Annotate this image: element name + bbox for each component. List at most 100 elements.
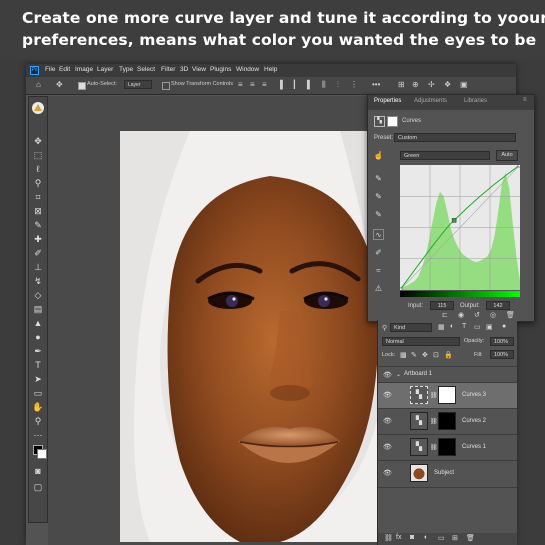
artboard-tool-icon[interactable]: ⬚ (31, 149, 45, 161)
3d-mode-icon[interactable]: ⊞ (398, 80, 405, 90)
type-tool-icon[interactable]: T (31, 359, 45, 371)
layer-row-curves-1[interactable]: 👁 ▚ ⛓ Curves 1 (378, 434, 517, 461)
fill-field[interactable]: 100% (490, 350, 514, 359)
align-center-icon[interactable]: ┃ (292, 80, 297, 90)
delete-adjustment-icon[interactable]: 🗑 (506, 311, 515, 319)
distribute-vertical-icon[interactable]: ⫶ (337, 80, 339, 90)
align-right-icon[interactable]: ▐ (304, 80, 310, 90)
filter-toggle-icon[interactable]: ● (502, 323, 506, 330)
eyedropper-black-icon[interactable]: ✎ (373, 173, 384, 184)
align-top-icon[interactable]: ≡ (238, 80, 243, 90)
3d-scale-icon[interactable]: ▣ (460, 80, 468, 90)
link-layers-icon[interactable]: ⛓ (384, 534, 393, 542)
menu-layer[interactable]: Layer (97, 66, 113, 73)
show-transform-checkbox[interactable] (162, 82, 170, 90)
filter-type-icon[interactable]: T (462, 323, 466, 330)
lock-transparent-icon[interactable]: ▩ (400, 351, 407, 359)
align-middle-icon[interactable]: ≡ (250, 80, 255, 90)
visibility-eye-icon[interactable]: 👁 (383, 371, 392, 379)
tab-properties[interactable]: Properties (374, 98, 401, 104)
move-tool-icon[interactable]: ✥ (31, 135, 45, 147)
menu-select[interactable]: Select (137, 66, 155, 73)
layer-style-icon[interactable]: fx (396, 534, 401, 541)
menu-type[interactable]: Type (119, 66, 133, 73)
layer-thumbnail[interactable] (410, 464, 428, 482)
filter-smart-icon[interactable]: ▣ (486, 323, 493, 331)
screen-mode-icon[interactable]: ▢ (31, 481, 45, 493)
expand-chevron-icon[interactable]: ⌄ (396, 371, 401, 378)
zoom-tool-icon[interactable]: ⚲ (31, 415, 45, 427)
menu-3d[interactable]: 3D (180, 66, 188, 73)
blend-mode-dropdown[interactable]: Normal (382, 337, 460, 346)
curves-graph[interactable] (400, 165, 520, 290)
menu-edit[interactable]: Edit (59, 66, 70, 73)
menu-view[interactable]: View (192, 66, 206, 73)
distribute-horizontal-icon[interactable]: ⋮ (350, 80, 358, 90)
frame-tool-icon[interactable]: ⊠ (31, 205, 45, 217)
preset-dropdown[interactable]: Custom (394, 133, 516, 142)
clone-stamp-icon[interactable]: ⊥ (31, 261, 45, 273)
more-options-icon[interactable]: ••• (372, 80, 380, 90)
smooth-curve-icon[interactable]: ≈ (373, 265, 384, 276)
object-select-icon[interactable]: ⚲ (31, 177, 45, 189)
background-color-swatch[interactable] (37, 449, 47, 459)
filter-adjustment-icon[interactable]: ◐ (450, 323, 454, 330)
visibility-eye-icon[interactable]: 👁 (383, 417, 392, 425)
move-tool-icon[interactable]: ✥ (56, 80, 63, 90)
layer-mask-thumbnail[interactable] (438, 386, 456, 404)
home-icon[interactable]: ⌂ (36, 80, 41, 90)
lock-position-icon[interactable]: ✥ (422, 351, 428, 359)
3d-slide-icon[interactable]: ❖ (444, 80, 451, 90)
draw-curve-icon[interactable]: ✐ (373, 247, 384, 258)
lasso-tool-icon[interactable]: ℓ (31, 163, 45, 175)
eyedropper-white-icon[interactable]: ✎ (373, 209, 384, 220)
reset-icon[interactable]: ↺ (474, 311, 480, 319)
quick-mask-icon[interactable]: ◙ (31, 465, 45, 477)
auto-select-dropdown[interactable]: Layer (124, 80, 152, 89)
eyedropper-tool-icon[interactable]: ✎ (31, 219, 45, 231)
filter-shape-icon[interactable]: ▭ (474, 323, 481, 331)
shape-tool-icon[interactable]: ▭ (31, 387, 45, 399)
menu-image[interactable]: Image (75, 66, 93, 73)
new-layer-icon[interactable]: ⊞ (452, 534, 458, 542)
layer-mask-thumbnail[interactable] (438, 438, 456, 456)
lock-artboard-icon[interactable]: ⊡ (433, 351, 439, 359)
history-brush-icon[interactable]: ↯ (31, 275, 45, 287)
clip-to-layer-icon[interactable]: ⊏ (442, 311, 448, 319)
eraser-tool-icon[interactable]: ◇ (31, 289, 45, 301)
pen-tool-icon[interactable]: ✒ (31, 345, 45, 357)
visibility-eye-icon[interactable]: 👁 (383, 443, 392, 451)
clipping-warning-icon[interactable]: ⚠ (373, 283, 384, 294)
menu-plugins[interactable]: Plugins (210, 66, 231, 73)
auto-select-checkbox[interactable] (78, 82, 86, 90)
align-bottom-icon[interactable]: ≡ (262, 80, 267, 90)
document-canvas[interactable] (120, 131, 382, 542)
output-field[interactable]: 142 (486, 301, 510, 310)
menu-help[interactable]: Help (264, 66, 277, 73)
healing-brush-icon[interactable]: ✚ (31, 233, 45, 245)
lock-all-icon[interactable]: 🔒 (444, 351, 453, 359)
dodge-tool-icon[interactable]: ● (31, 331, 45, 343)
channel-dropdown[interactable]: Green (400, 151, 490, 160)
edit-points-icon[interactable]: ∿ (373, 229, 384, 240)
layer-filter-dropdown[interactable]: Kind (390, 323, 432, 332)
3d-rotate-icon[interactable]: ⊕ (412, 80, 419, 90)
menu-file[interactable]: File (45, 66, 55, 73)
3d-pan-icon[interactable]: ✢ (428, 80, 435, 90)
target-adjust-icon[interactable]: ☝ (373, 150, 384, 161)
menu-filter[interactable]: Filter (161, 66, 175, 73)
layer-mask-thumbnail[interactable] (438, 412, 456, 430)
layer-row-curves-3[interactable]: 👁 ▚ ⛓ Curves 3 (378, 382, 517, 409)
eyedropper-gray-icon[interactable]: ✎ (373, 191, 384, 202)
layer-row-curves-2[interactable]: 👁 ▚ ⛓ Curves 2 (378, 408, 517, 435)
blur-tool-icon[interactable]: ▲ (31, 317, 45, 329)
visibility-eye-icon[interactable]: 👁 (383, 469, 392, 477)
input-field[interactable]: 115 (430, 301, 454, 310)
panel-menu-icon[interactable]: ≡ (523, 97, 527, 103)
delete-layer-icon[interactable]: 🗑 (466, 534, 475, 542)
distribute-icon[interactable]: ⫼ (322, 80, 326, 90)
new-adjustment-icon[interactable]: ◐ (424, 534, 428, 541)
visibility-eye-icon[interactable]: 👁 (383, 391, 392, 399)
layer-row-subject[interactable]: 👁 Subject (378, 460, 517, 488)
auto-button[interactable]: Auto (496, 150, 518, 161)
